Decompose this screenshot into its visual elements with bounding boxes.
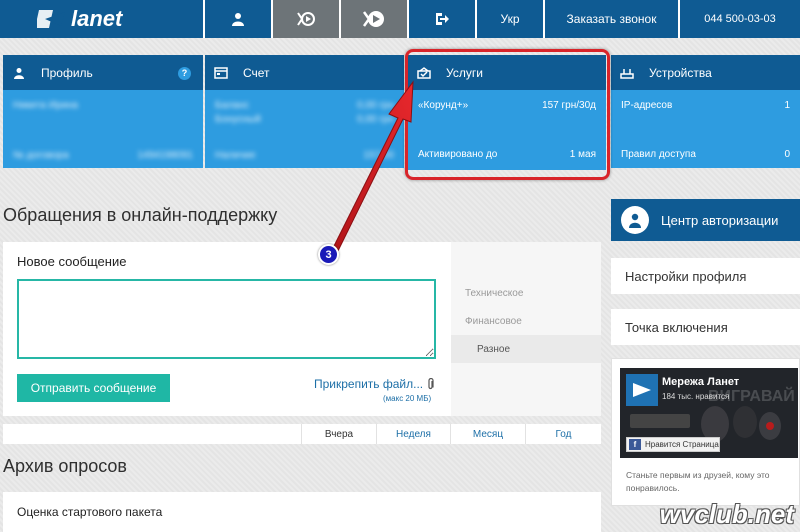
devices-card[interactable]: Устройства IP-адресов 1 Правил доступа 0 <box>611 55 800 168</box>
account-card-header: Счет <box>205 55 404 90</box>
profile-card-header: Профиль ? <box>3 55 203 90</box>
access-rules-count: 0 <box>784 149 790 160</box>
phone-number: 044 500-03-03 <box>704 13 776 25</box>
router-icon <box>619 65 635 81</box>
account-card[interactable]: Счет Баланс 0,00 грн Бонусный 0,00 грн Нал… <box>205 55 404 168</box>
category-financial[interactable]: Финансовое <box>451 307 601 335</box>
ip-count: 1 <box>784 100 790 111</box>
support-panel: Новое сообщение Отправить сообщение Прик… <box>3 242 601 416</box>
send-message-button[interactable]: Отправить сообщение <box>17 374 170 402</box>
user-icon <box>11 65 27 81</box>
devices-card-title: Устройства <box>649 65 712 80</box>
paperclip-icon <box>428 378 434 390</box>
logo[interactable]: lanet <box>0 0 203 38</box>
logout-icon <box>436 13 449 25</box>
contract-number: 1494198091 <box>137 150 193 161</box>
help-icon[interactable]: ? <box>178 67 191 80</box>
devices-card-header: Устройства <box>611 55 800 90</box>
facebook-widget: Мережа Ланет 184 тыс. нравится ВИГРАВАЙ … <box>611 358 800 506</box>
support-title: Обращения в онлайн-поддержку <box>3 205 278 225</box>
message-textarea[interactable] <box>17 279 436 359</box>
ip-label: IP-адресов <box>621 100 673 111</box>
profile-settings-button[interactable]: Настройки профиля <box>611 258 800 294</box>
date-tabs-spacer <box>3 424 301 444</box>
tab-year[interactable]: Год <box>525 424 601 444</box>
auth-center-label: Центр авторизации <box>661 212 779 228</box>
watermark: wvclub.net <box>659 499 794 529</box>
user-circle-icon <box>621 206 649 234</box>
wallet-icon <box>213 65 229 81</box>
contract-label: № договора <box>13 150 69 161</box>
logout-button[interactable] <box>409 0 475 38</box>
list-item[interactable]: Оценка стартового пакета <box>3 492 601 532</box>
language-switch[interactable]: Укр <box>477 0 543 38</box>
access-rules-label: Правил доступа <box>621 149 696 160</box>
date-filter-tabs: Вчера Неделя Месяц Год <box>3 424 601 444</box>
lanet-page-logo <box>626 374 658 406</box>
entry-point-button[interactable]: Точка включения <box>611 309 800 345</box>
category-list: Техническое Финансовое Разное <box>451 242 601 416</box>
entry-point-label: Точка включения <box>625 319 728 335</box>
attach-file-link[interactable]: Прикрепить файл... <box>314 377 435 391</box>
available-value: 157,00 <box>363 150 394 161</box>
facebook-like-label: Нравится Страница <box>645 440 719 449</box>
play-service-alt-icon <box>362 11 384 27</box>
facebook-like-button[interactable]: f Нравится Страница <box>626 437 720 452</box>
attach-size-note: (макс 20 МБ) <box>383 394 432 403</box>
available-label: Наличие <box>215 150 256 161</box>
tab-week[interactable]: Неделя <box>376 424 450 444</box>
cover-promo-text: ВИГРАВАЙ <box>708 388 795 405</box>
balance-value: 0,00 грн <box>357 100 394 111</box>
facebook-page-name: Мережа Ланет <box>662 376 740 388</box>
top-navigation: lanet Укр Заказать звонок 044 500-03-03 <box>0 0 800 38</box>
archive-title: Архив опросов <box>3 456 127 476</box>
tab-month[interactable]: Месяц <box>450 424 525 444</box>
services-highlight-frame <box>405 49 610 180</box>
facebook-cover[interactable]: Мережа Ланет 184 тыс. нравится ВИГРАВАЙ … <box>620 368 798 458</box>
callback-button[interactable]: Заказать звонок <box>545 0 678 38</box>
profile-card-body: Никита Ирина № договора 1494198091 <box>3 90 203 168</box>
profile-card-title: Профиль <box>41 65 93 80</box>
attach-file-label: Прикрепить файл... <box>314 377 424 391</box>
svg-text:lanet: lanet <box>71 6 124 31</box>
category-technical[interactable]: Техническое <box>451 279 601 307</box>
balance-label: Баланс <box>215 100 250 111</box>
profile-card[interactable]: Профиль ? Никита Ирина № договора 1494198… <box>3 55 203 168</box>
new-message-label: Новое сообщение <box>17 254 127 269</box>
profile-name: Никита Ирина <box>13 100 78 111</box>
phone-link[interactable]: 044 500-03-03 <box>680 0 800 38</box>
media-nav-button[interactable] <box>341 0 407 38</box>
step-number-badge: 3 <box>318 244 339 265</box>
callback-label: Заказать звонок <box>566 12 657 26</box>
account-card-title: Счет <box>243 65 270 80</box>
tab-yesterday[interactable]: Вчера <box>301 424 376 444</box>
tv-nav-button[interactable] <box>273 0 339 38</box>
bonus-value: 0,00 грн <box>357 114 394 125</box>
profile-nav-button[interactable] <box>205 0 271 38</box>
language-label: Укр <box>500 12 520 26</box>
user-icon <box>232 13 244 26</box>
bonus-label: Бонусный <box>215 114 261 125</box>
play-service-icon <box>297 12 315 26</box>
auth-center-button[interactable]: Центр авторизации <box>611 199 800 241</box>
devices-card-body: IP-адресов 1 Правил доступа 0 <box>611 90 800 168</box>
category-other[interactable]: Разное <box>451 335 601 363</box>
account-card-body: Баланс 0,00 грн Бонусный 0,00 грн Наличие 1… <box>205 90 404 168</box>
facebook-friends-text: Станьте первым из друзей, кому это понра… <box>626 470 770 493</box>
profile-settings-label: Настройки профиля <box>625 268 747 284</box>
facebook-icon: f <box>629 439 641 450</box>
lanet-logo-icon: lanet <box>36 6 124 31</box>
